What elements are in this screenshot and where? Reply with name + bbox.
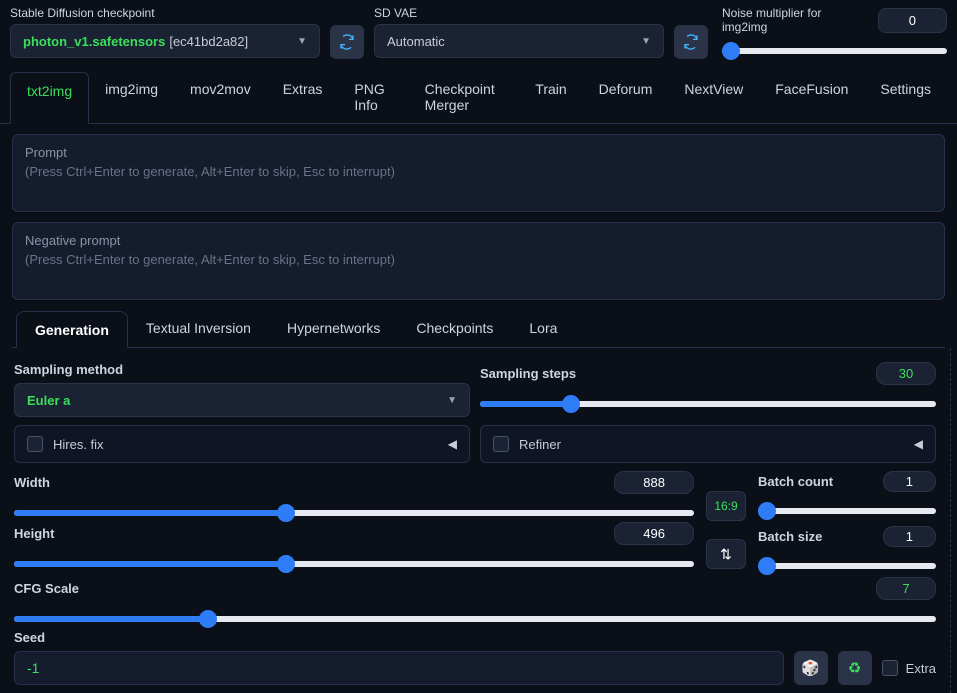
sampling-steps-slider[interactable] [480, 401, 936, 407]
refiner-label: Refiner [519, 437, 561, 452]
vae-select[interactable]: Automatic ▼ [374, 24, 664, 58]
hires-fix-label: Hires. fix [53, 437, 104, 452]
noise-slider[interactable] [722, 48, 947, 54]
vae-label: SD VAE [374, 6, 664, 20]
tab-facefusion[interactable]: FaceFusion [759, 71, 864, 123]
batch-count-slider[interactable] [758, 508, 936, 514]
seed-input[interactable]: -1 [14, 651, 784, 685]
batch-count-value[interactable]: 1 [883, 471, 936, 492]
refresh-vae-button[interactable] [674, 25, 708, 59]
random-seed-button[interactable]: 🎲 [794, 651, 828, 685]
width-value[interactable]: 888 [614, 471, 694, 494]
tab-nextview[interactable]: NextView [668, 71, 759, 123]
refresh-checkpoint-button[interactable] [330, 25, 364, 59]
chevron-down-icon: ▼ [447, 395, 457, 406]
extra-seed-checkbox[interactable] [882, 660, 898, 676]
batch-size-slider[interactable] [758, 563, 936, 569]
hires-fix-checkbox[interactable] [27, 436, 43, 452]
triangle-left-icon: ◀ [914, 437, 923, 451]
checkpoint-label: Stable Diffusion checkpoint [10, 6, 320, 20]
tab-deforum[interactable]: Deforum [583, 71, 669, 123]
main-tabs: txt2img img2img mov2mov Extras PNG Info … [0, 71, 957, 124]
cfg-scale-label: CFG Scale [14, 581, 79, 596]
subtab-hypernetworks[interactable]: Hypernetworks [269, 310, 398, 347]
sampling-method-value: Euler a [27, 393, 70, 408]
sampling-steps-label: Sampling steps [480, 366, 576, 381]
negative-prompt-hint: (Press Ctrl+Enter to generate, Alt+Enter… [25, 252, 932, 267]
noise-value[interactable]: 0 [878, 8, 947, 33]
aspect-ratio-badge[interactable]: 16:9 [706, 491, 746, 521]
width-slider[interactable] [14, 510, 694, 516]
checkpoint-hash: [ec41bd2a82] [169, 34, 248, 49]
negative-prompt-input[interactable]: Negative prompt (Press Ctrl+Enter to gen… [12, 222, 945, 300]
cfg-scale-value[interactable]: 7 [876, 577, 936, 600]
tab-settings[interactable]: Settings [864, 71, 947, 123]
extra-seed-label: Extra [906, 661, 936, 676]
tab-checkpoint-merger[interactable]: Checkpoint Merger [409, 71, 520, 123]
prompt-hint: (Press Ctrl+Enter to generate, Alt+Enter… [25, 164, 932, 179]
cfg-scale-slider[interactable] [14, 616, 936, 622]
triangle-left-icon: ◀ [448, 437, 457, 451]
prompt-title: Prompt [25, 145, 932, 160]
sampling-steps-value[interactable]: 30 [876, 362, 936, 385]
height-label: Height [14, 526, 54, 541]
negative-prompt-title: Negative prompt [25, 233, 932, 248]
batch-size-label: Batch size [758, 529, 822, 544]
subtab-lora[interactable]: Lora [511, 310, 575, 347]
batch-count-label: Batch count [758, 474, 833, 489]
tab-mov2mov[interactable]: mov2mov [174, 71, 267, 123]
subtab-textual-inversion[interactable]: Textual Inversion [128, 310, 269, 347]
subtab-checkpoints[interactable]: Checkpoints [398, 310, 511, 347]
generation-subtabs: Generation Textual Inversion Hypernetwor… [12, 310, 945, 348]
reuse-seed-button[interactable]: ♻ [838, 651, 872, 685]
prompt-input[interactable]: Prompt (Press Ctrl+Enter to generate, Al… [12, 134, 945, 212]
sampling-method-label: Sampling method [14, 362, 470, 377]
height-value[interactable]: 496 [614, 522, 694, 545]
tab-extras[interactable]: Extras [267, 71, 339, 123]
batch-size-value[interactable]: 1 [883, 526, 936, 547]
noise-label: Noise multiplier for img2img [722, 6, 868, 34]
tab-pnginfo[interactable]: PNG Info [338, 71, 408, 123]
seed-label: Seed [14, 630, 936, 645]
height-slider[interactable] [14, 561, 694, 567]
swap-dimensions-button[interactable]: ⇅ [706, 539, 746, 569]
sampling-method-select[interactable]: Euler a ▼ [14, 383, 470, 417]
chevron-down-icon: ▼ [641, 36, 651, 47]
checkpoint-name: photon_v1.safetensors [23, 34, 165, 49]
tab-train[interactable]: Train [519, 71, 582, 123]
refiner-accordion[interactable]: Refiner ◀ [480, 425, 936, 463]
subtab-generation[interactable]: Generation [16, 311, 128, 348]
tab-img2img[interactable]: img2img [89, 71, 174, 123]
tab-txt2img[interactable]: txt2img [10, 72, 89, 124]
hires-fix-accordion[interactable]: Hires. fix ◀ [14, 425, 470, 463]
width-label: Width [14, 475, 50, 490]
chevron-down-icon: ▼ [297, 36, 307, 47]
checkpoint-select[interactable]: photon_v1.safetensors [ec41bd2a82] ▼ [10, 24, 320, 58]
refiner-checkbox[interactable] [493, 436, 509, 452]
vae-value: Automatic [387, 34, 445, 49]
